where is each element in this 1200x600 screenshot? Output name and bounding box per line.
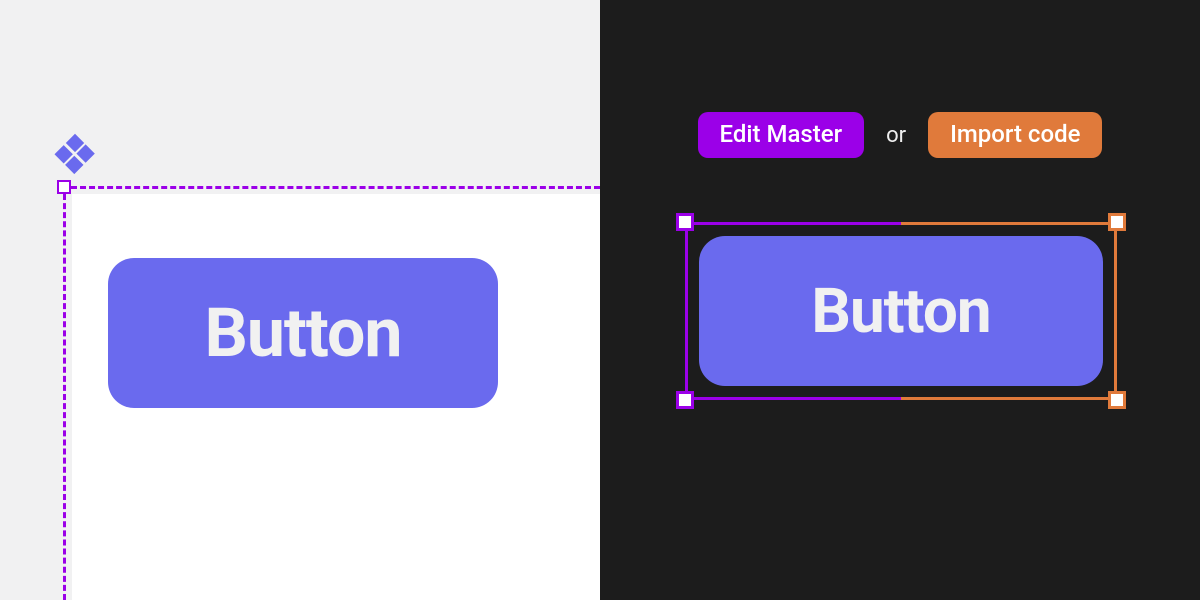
edit-master-button[interactable]: Edit Master: [698, 112, 865, 158]
master-button-component[interactable]: Button: [108, 258, 498, 408]
selection-edge-bot-l: [685, 397, 901, 400]
instance-button-label: Button: [811, 275, 990, 348]
import-code-button[interactable]: Import code: [928, 112, 1102, 158]
selection-edge-top-l: [685, 222, 901, 225]
frame-corner-handle[interactable]: [57, 180, 71, 194]
frame-edge-left: [63, 194, 66, 600]
edit-master-label: Edit Master: [720, 120, 843, 148]
selected-instance[interactable]: Button: [685, 222, 1117, 400]
import-code-label: Import code: [950, 120, 1080, 148]
resize-handle-bottom-left[interactable]: [676, 391, 694, 409]
or-separator: or: [886, 123, 906, 148]
selection-edge-right: [1114, 222, 1117, 400]
resize-handle-top-right[interactable]: [1108, 213, 1126, 231]
resize-handle-top-left[interactable]: [676, 213, 694, 231]
selection-edge-top-r: [901, 222, 1117, 225]
instance-panel: Edit Master or Import code Button: [600, 0, 1200, 600]
resize-handle-bottom-right[interactable]: [1108, 391, 1126, 409]
selection-edge-left: [685, 222, 688, 400]
action-row: Edit Master or Import code: [600, 112, 1200, 158]
master-button-label: Button: [204, 293, 401, 373]
design-canvas-panel: Button: [0, 0, 600, 600]
split-view: Button Edit Master or Import code Button: [0, 0, 1200, 600]
frame-edge-top: [71, 186, 600, 189]
instance-button-component[interactable]: Button: [699, 236, 1103, 386]
selection-edge-bot-r: [901, 397, 1117, 400]
component-diamond-icon: [54, 134, 96, 176]
